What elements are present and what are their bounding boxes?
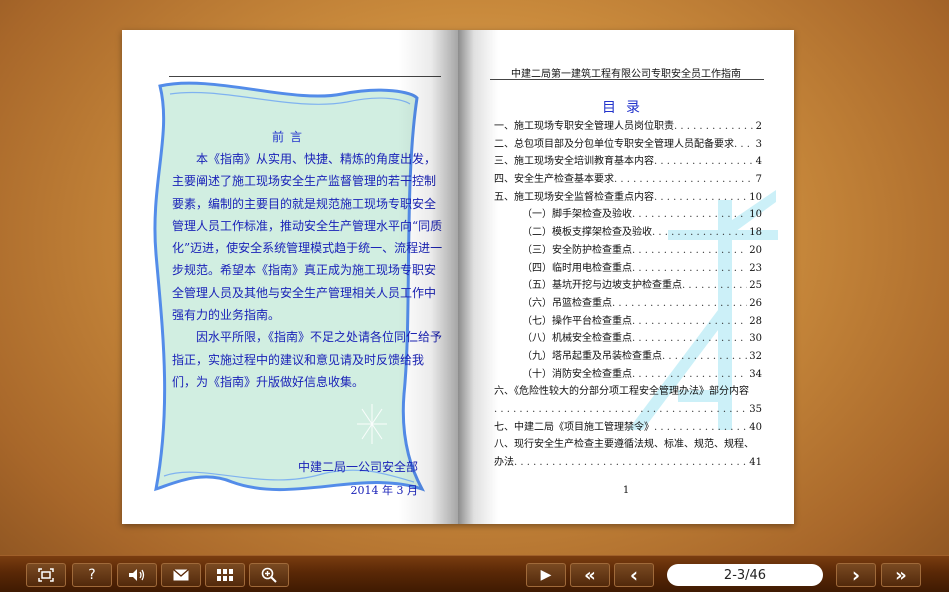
toc-subitem[interactable]: （一）脚手架检查及验收10 [494, 206, 762, 224]
toc-subitem[interactable]: （七）操作平台检查重点28 [494, 313, 762, 331]
toc-title: 目录 [602, 100, 650, 116]
table-of-contents: 一、施工现场专职安全管理人员岗位职责2 二、总包项目部及分包单位专职安全管理人员… [494, 118, 762, 472]
flipbook[interactable]: 前言 本《指南》从实用、快捷、精炼的角度出发，主要阐述了施工现场安全生产监督管理… [122, 30, 794, 524]
toc-subitem[interactable]: （九）塔吊起重及吊装检查重点32 [494, 348, 762, 366]
signature-org: 中建二局一公司安全部 [297, 460, 418, 474]
autoplay-button[interactable]: ▶ [526, 563, 566, 587]
toc-item[interactable]: 五、施工现场安全监督检查重点内容10 [494, 189, 762, 207]
spine-shadow [398, 30, 458, 524]
toc-item[interactable]: 二、总包项目部及分包单位专职安全管理人员配备要求3 [494, 136, 762, 154]
zoom-in-icon [261, 567, 277, 583]
toc-item-wrap-line[interactable]: 八、现行安全生产检查主要遵循法规、标准、规范、规程、 [494, 436, 762, 454]
toc-subitem[interactable]: （二）模板支撑架检查及验收18 [494, 224, 762, 242]
envelope-icon [173, 569, 189, 581]
first-page-button[interactable]: « [570, 563, 610, 587]
thumbnails-button[interactable] [205, 563, 245, 587]
toc-subitem[interactable]: （三）安全防护检查重点20 [494, 242, 762, 260]
help-button[interactable]: ? [72, 563, 112, 587]
toc-item[interactable]: 四、安全生产检查基本要求7 [494, 171, 762, 189]
chevron-left-icon: ‹ [629, 563, 639, 587]
speaker-icon [129, 569, 145, 581]
last-page-button[interactable]: » [881, 563, 921, 587]
next-page-button[interactable]: › [836, 563, 876, 587]
zoom-in-button[interactable] [249, 563, 289, 587]
signature-date: 2014 年 3 月 [350, 484, 418, 497]
toc-subitem[interactable]: （八）机械安全检查重点30 [494, 330, 762, 348]
toc-subitem[interactable]: （六）吊篮检查重点26 [494, 295, 762, 313]
email-button[interactable] [161, 563, 201, 587]
chevron-right-icon: › [851, 563, 861, 587]
toc-item-wrap-line[interactable]: 35 [494, 401, 762, 419]
double-chevron-left-icon: « [584, 564, 596, 586]
toc-item[interactable]: 三、施工现场安全培训教育基本内容4 [494, 153, 762, 171]
help-icon: ? [88, 567, 96, 583]
reader-toolbar: ? ▶ « ‹ 2-3/46 › » [0, 555, 949, 592]
toc-item-wrap-line[interactable]: 办法41 [494, 454, 762, 472]
toc-subitem[interactable]: （四）临时用电检查重点23 [494, 260, 762, 278]
right-page[interactable]: 中建二局第一建筑工程有限公司专职安全员工作指南 目录 一、施工现场专职安全管理人… [458, 30, 794, 524]
thumbnails-icon [217, 569, 233, 581]
page-number: 1 [622, 485, 630, 496]
previous-page-button[interactable]: ‹ [614, 563, 654, 587]
page-indicator-field[interactable]: 2-3/46 [667, 564, 823, 586]
toc-subitem[interactable]: （五）基坑开挖与边坡支护检查重点25 [494, 277, 762, 295]
fit-screen-button[interactable] [26, 563, 66, 587]
toc-item[interactable]: 一、施工现场专职安全管理人员岗位职责2 [494, 118, 762, 136]
running-header: 中建二局第一建筑工程有限公司专职安全员工作指南 [511, 69, 741, 80]
double-chevron-right-icon: » [895, 564, 907, 586]
toc-subitem[interactable]: （十）消防安全检查重点34 [494, 366, 762, 384]
left-page[interactable]: 前言 本《指南》从实用、快捷、精炼的角度出发，主要阐述了施工现场安全生产监督管理… [122, 30, 458, 524]
play-icon: ▶ [540, 567, 552, 583]
reader-stage: 前言 本《指南》从实用、快捷、精炼的角度出发，主要阐述了施工现场安全生产监督管理… [0, 0, 949, 555]
toc-item-wrap-line[interactable]: 六、《危险性较大的分部分项工程安全管理办法》部分内容 [494, 383, 762, 401]
sound-button[interactable] [117, 563, 157, 587]
header-rule [490, 79, 764, 80]
fit-screen-icon [38, 568, 54, 582]
toc-item[interactable]: 七、中建二局《项目施工管理禁令》40 [494, 419, 762, 437]
